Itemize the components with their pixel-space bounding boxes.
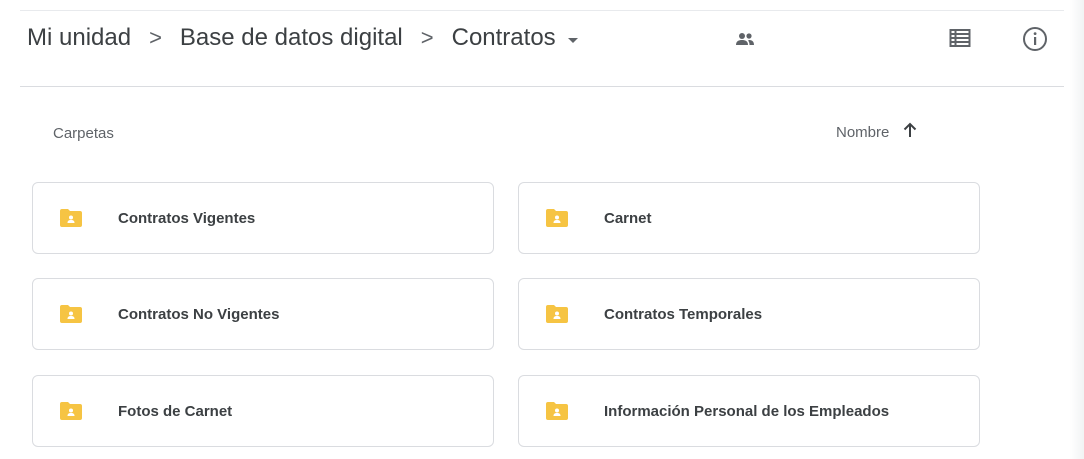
breadcrumb-item-current[interactable]: Contratos	[450, 24, 558, 52]
sort-control[interactable]: Nombre	[836, 122, 917, 142]
folder-card[interactable]: Información Personal de los Empleados	[518, 375, 980, 447]
shared-folder-icon	[546, 399, 570, 423]
folder-name: Fotos de Carnet	[118, 402, 233, 420]
folder-name: Contratos Vigentes	[118, 209, 256, 227]
breadcrumb: Mi unidad > Base de datos digital > Cont…	[25, 22, 578, 54]
caret-down-icon[interactable]	[567, 37, 578, 43]
folder-card[interactable]: Contratos Temporales	[518, 278, 980, 350]
shared-folder-icon	[60, 206, 84, 230]
folder-name: Información Personal de los Empleados	[604, 402, 890, 420]
breadcrumb-item-base-de-datos[interactable]: Base de datos digital	[178, 24, 405, 52]
section-title-carpetas: Carpetas	[53, 125, 114, 142]
folder-card[interactable]: Contratos Vigentes	[32, 182, 494, 254]
folder-card[interactable]: Carnet	[518, 182, 980, 254]
drive-folder-view: Mi unidad > Base de datos digital > Cont…	[0, 0, 1084, 459]
chevron-right-icon: >	[420, 25, 434, 50]
scroll-shade	[1070, 0, 1084, 459]
info-icon[interactable]	[1022, 26, 1048, 52]
shared-folder-icon	[546, 206, 570, 230]
folder-card[interactable]: Fotos de Carnet	[32, 375, 494, 447]
people-icon[interactable]	[735, 32, 755, 51]
list-view-icon[interactable]	[948, 26, 972, 50]
folder-name: Contratos No Vigentes	[118, 305, 280, 323]
sort-label: Nombre	[836, 123, 890, 141]
shared-folder-icon	[60, 399, 84, 423]
shared-folder-icon	[60, 302, 84, 326]
chevron-right-icon: >	[149, 25, 162, 50]
shared-folder-icon	[546, 302, 570, 326]
folder-name: Contratos Temporales	[604, 305, 763, 323]
arrow-up-icon[interactable]	[903, 122, 917, 142]
folder-name: Carnet	[604, 209, 652, 227]
folder-card[interactable]: Contratos No Vigentes	[32, 278, 494, 350]
breadcrumb-item-mi-unidad[interactable]: Mi unidad	[25, 24, 133, 52]
